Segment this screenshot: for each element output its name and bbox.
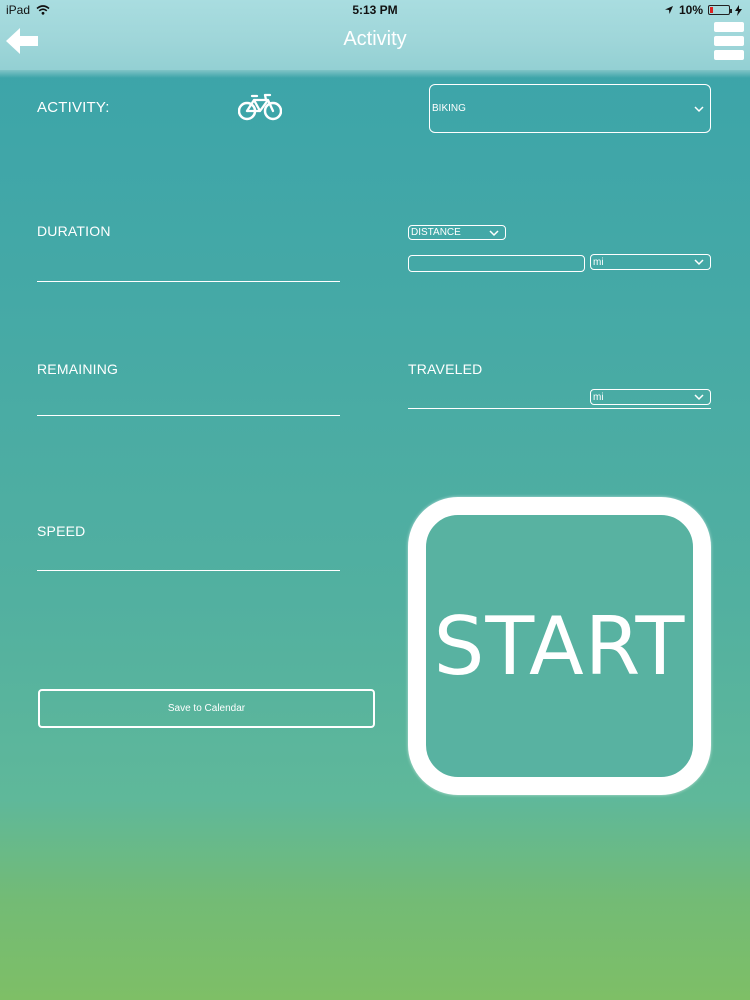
activity-select-value: BIKING xyxy=(432,103,466,114)
distance-unit-select[interactable]: mi xyxy=(590,254,711,270)
chevron-down-icon xyxy=(694,259,704,266)
traveled-unit-value: mi xyxy=(593,391,604,403)
battery-icon xyxy=(708,5,732,15)
remaining-field xyxy=(37,415,340,416)
traveled-label: TRAVELED xyxy=(408,361,483,377)
menu-bar xyxy=(714,50,744,60)
charging-bolt-icon xyxy=(735,4,742,16)
speed-field xyxy=(37,570,340,571)
activity-select[interactable]: BIKING xyxy=(429,84,711,133)
distance-unit-value: mi xyxy=(593,256,604,268)
save-to-calendar-label: Save to Calendar xyxy=(167,703,246,714)
bicycle-icon xyxy=(238,93,282,121)
chevron-down-icon xyxy=(489,229,499,236)
navbar-shadow xyxy=(0,70,750,78)
status-time: 5:13 PM xyxy=(352,3,398,17)
duration-field[interactable] xyxy=(37,281,340,282)
back-arrow-icon xyxy=(6,28,38,54)
traveled-unit-select[interactable]: mi xyxy=(590,389,711,405)
menu-bar xyxy=(714,22,744,32)
traveled-field xyxy=(408,408,711,409)
menu-button[interactable] xyxy=(714,22,744,60)
save-to-calendar-button[interactable]: Save to Calendar xyxy=(38,689,375,728)
duration-label: DURATION xyxy=(37,223,111,239)
chevron-down-icon xyxy=(694,394,704,401)
distance-mode-value: DISTANCE xyxy=(411,227,461,238)
activity-label: ACTIVITY: xyxy=(37,99,110,116)
distance-mode-select[interactable]: DISTANCE xyxy=(408,225,506,240)
location-arrow-icon xyxy=(664,6,673,14)
speed-label: SPEED xyxy=(37,523,86,539)
remaining-label: REMAINING xyxy=(37,361,119,377)
page-title: Activity xyxy=(343,28,407,50)
menu-bar xyxy=(714,36,744,46)
status-right: 10% xyxy=(664,3,742,17)
battery-percent: 10% xyxy=(678,3,703,17)
start-button[interactable]: START xyxy=(408,497,711,795)
distance-input[interactable] xyxy=(408,255,585,272)
back-button[interactable] xyxy=(6,28,38,54)
chevron-down-icon xyxy=(694,105,704,112)
start-label: START xyxy=(433,599,686,693)
